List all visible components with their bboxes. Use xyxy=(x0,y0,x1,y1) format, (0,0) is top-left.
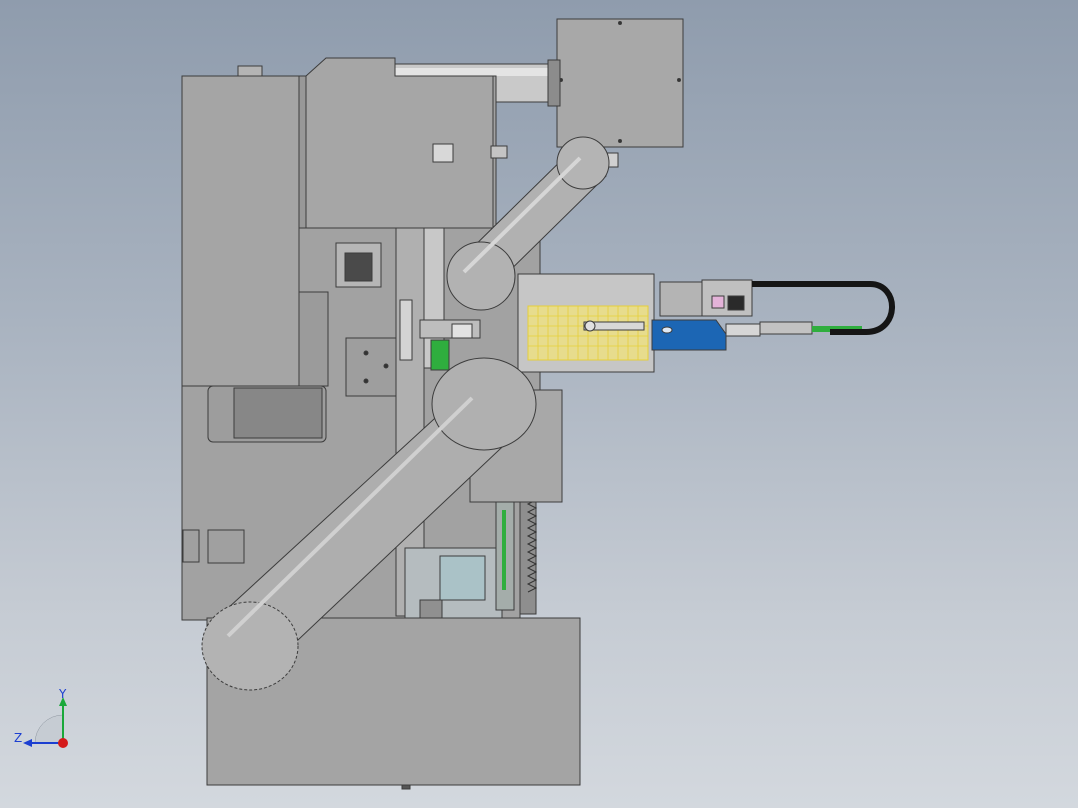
coordinate-triad: Y Z xyxy=(14,687,68,748)
z-axis-label: Z xyxy=(14,731,22,745)
left-cabinet-door xyxy=(181,75,300,387)
x-axis-dot xyxy=(58,738,68,748)
terminal-box xyxy=(345,337,397,397)
green-cylinder xyxy=(430,339,450,371)
servo-block xyxy=(659,281,703,317)
top-motor-housing xyxy=(556,18,684,148)
y-axis-label: Y xyxy=(58,687,67,701)
blue-cylinder xyxy=(651,319,727,351)
cad-viewport[interactable]: Y Z xyxy=(0,0,1078,808)
upper-cabinet xyxy=(305,57,494,229)
machine-model-view[interactable] xyxy=(0,0,1078,808)
